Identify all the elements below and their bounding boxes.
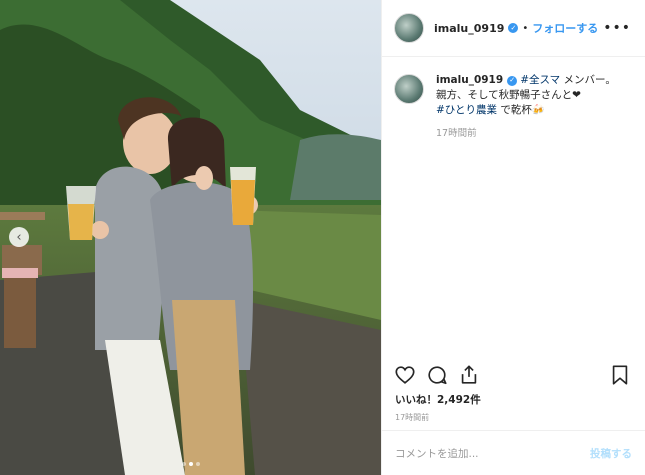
- caption-line-2: 親方、そして秋野暢子さんと❤: [436, 89, 581, 101]
- chevron-left-icon: ‹: [16, 229, 22, 245]
- likes-label: いいね！: [395, 394, 437, 406]
- caption-body: imalu_0919 ✓ #全スマ メンバー。 親方、そして秋野暢子さんと❤ #…: [436, 73, 616, 141]
- share-icon[interactable]: [458, 364, 480, 386]
- carousel-dot: [181, 462, 186, 466]
- carousel-dot: [195, 462, 200, 466]
- verified-badge-icon: ✓: [508, 23, 519, 33]
- photo-scene: [0, 0, 381, 475]
- caption-verified-icon: ✓: [507, 75, 518, 86]
- carousel-indicator: [0, 462, 381, 466]
- action-bar: [394, 362, 631, 388]
- post-photo[interactable]: ‹: [0, 0, 381, 475]
- post-timestamp: 17時間前: [395, 413, 430, 422]
- comment-input[interactable]: コメントを追加...: [395, 446, 590, 461]
- avatar[interactable]: [394, 13, 424, 43]
- likes-number: 2,492件: [437, 394, 481, 406]
- comment-icon[interactable]: [426, 364, 448, 386]
- carousel-prev-button[interactable]: ‹: [9, 227, 29, 247]
- heart-icon[interactable]: [394, 364, 416, 386]
- caption-timestamp: 17時間前: [436, 128, 477, 139]
- separator-dot: •: [522, 22, 529, 34]
- caption-avatar[interactable]: [394, 74, 424, 104]
- post-header: imalu_0919 ✓ • フォローする •••: [382, 0, 645, 57]
- caption: imalu_0919 ✓ #全スマ メンバー。 親方、そして秋野暢子さんと❤ #…: [382, 57, 645, 141]
- caption-text: で乾杯: [496, 104, 532, 116]
- caption-text: メンバー。: [560, 74, 616, 86]
- likes-count[interactable]: いいね！2,492件: [395, 392, 481, 407]
- hashtag-link[interactable]: #ひとり農業: [436, 104, 497, 116]
- hashtag-link[interactable]: #全スマ: [520, 74, 560, 86]
- beer-emoji-icon: 🍻: [531, 104, 545, 116]
- post-side-panel: imalu_0919 ✓ • フォローする ••• imalu_0919 ✓ #…: [381, 0, 645, 475]
- comment-bar: コメントを追加... 投稿する: [382, 430, 645, 475]
- carousel-dot-active: [188, 462, 193, 466]
- follow-button[interactable]: フォローする: [532, 20, 598, 36]
- bookmark-icon[interactable]: [609, 364, 631, 386]
- header-username[interactable]: imalu_0919: [434, 22, 504, 35]
- caption-username[interactable]: imalu_0919: [436, 73, 503, 88]
- more-options-icon[interactable]: •••: [603, 20, 631, 36]
- post-comment-button[interactable]: 投稿する: [590, 446, 632, 461]
